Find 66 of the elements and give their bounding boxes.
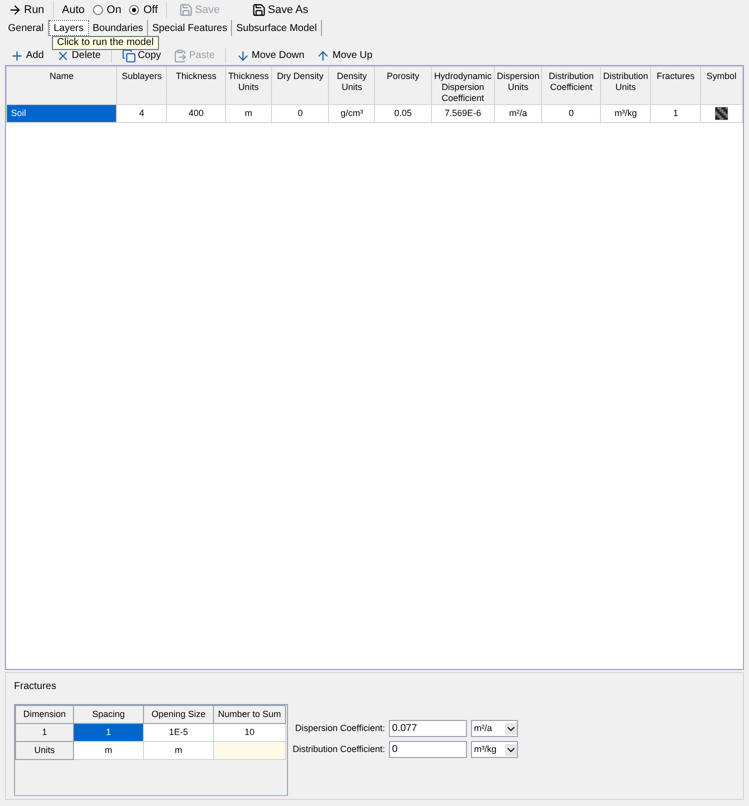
table-cell[interactable]: 7.569E-6 [431,104,494,122]
save-as-button[interactable]: Save As [248,2,312,18]
unit-dropdown[interactable]: m²/a [471,720,518,737]
column-header[interactable]: Number to Sum [214,706,286,724]
input-field[interactable]: 0.077 [389,720,467,737]
table-cell[interactable]: 10 [214,724,286,742]
table-cell[interactable] [214,742,286,760]
add-button[interactable]: Add [8,48,46,63]
field-label: Dispersion Coefficient: [295,722,385,735]
chevron-down-icon [505,722,517,734]
mode-radio[interactable]: Off [129,2,158,18]
paste-icon [173,48,188,62]
run-button[interactable]: Run [4,1,54,19]
tab[interactable]: Layers [48,20,89,36]
column-header[interactable]: Density Units [328,66,375,104]
table-cell[interactable]: 1E-5 [144,724,214,742]
tooltip: Click to run the model [52,36,159,50]
copy-button[interactable]: Copy [120,48,164,63]
column-header[interactable]: Fractures [650,66,701,104]
arrow-up-icon [316,48,330,62]
column-header[interactable]: Symbol [700,66,742,104]
delete-button[interactable]: Delete [54,48,103,63]
move-up-button[interactable]: Move Up [314,48,374,63]
auto-label: Auto [62,2,85,18]
column-header[interactable]: Hydrodynamic Dispersion Coefficient [431,66,494,104]
table-cell[interactable]: 4 [116,104,167,122]
arrow-right-icon [8,3,22,17]
tab[interactable]: Subsurface Model [232,20,322,36]
column-header[interactable]: Name [6,66,117,104]
mode-radio[interactable]: On [92,2,122,18]
column-header[interactable]: Sublayers [116,66,167,104]
input-field[interactable]: 0 [389,741,467,758]
table-cell[interactable]: 1 [74,724,144,742]
column-header[interactable]: Opening Size [144,706,214,724]
table-cell[interactable]: m²/a [494,104,542,122]
unit-dropdown[interactable]: m³/kg [471,741,518,758]
column-header[interactable]: Thickness Units [225,66,272,104]
chevron-down-icon [505,744,517,756]
table-cell[interactable]: m [144,742,214,760]
row-header[interactable]: 1 [16,724,74,742]
copy-icon [122,48,136,62]
table-cell[interactable]: g/cm³ [328,104,375,122]
table-cell[interactable]: 0 [542,104,601,122]
column-header[interactable]: Distribution Units [600,66,651,104]
column-header[interactable]: Distribution Coefficient [542,66,601,104]
table-cell[interactable]: Soil [6,104,117,122]
pattern-swatch-icon [715,107,728,120]
column-header[interactable]: Porosity [374,66,432,104]
table-cell[interactable]: 1 [650,104,701,122]
table-cell[interactable]: m [74,742,144,760]
column-header[interactable]: Thickness [166,66,226,104]
arrow-down-icon [236,48,250,62]
table-cell[interactable]: m [225,104,272,122]
move-down-button[interactable]: Move Down [234,48,306,63]
table-cell[interactable]: 0.05 [374,104,432,122]
field-label: Distribution Coefficient: [292,742,385,756]
column-header[interactable]: Dry Density [271,66,329,104]
column-header[interactable]: Dimension [16,706,74,724]
table-cell[interactable]: 400 [166,104,226,122]
table-cell[interactable]: m³/kg [600,104,651,122]
column-header[interactable]: Dispersion Units [494,66,542,104]
table-cell[interactable]: 0 [271,104,329,122]
row-header[interactable]: Units [16,742,74,760]
section-title: Fractures [14,680,58,694]
column-header[interactable]: Spacing [74,706,144,724]
plus-icon [10,48,24,62]
